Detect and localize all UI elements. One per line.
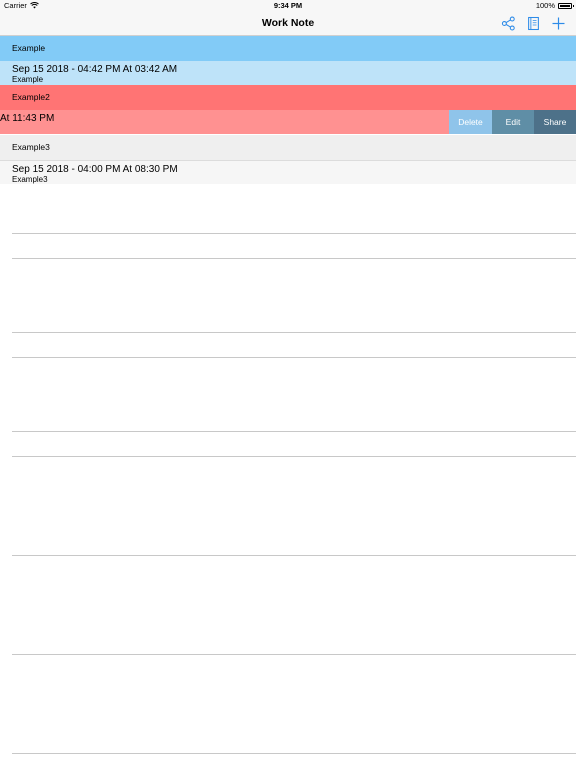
section-header-example[interactable]: Example [0,36,576,61]
notebook-button[interactable] [525,15,541,31]
status-time: 9:34 PM [273,1,303,10]
note-row[interactable]: Sep 15 2018 - 04:00 PM At 08:30 PM Examp… [0,160,576,184]
page-title: Work Note [261,17,315,29]
empty-row-separator [12,456,576,457]
plus-icon [552,17,564,29]
note-row-swiped[interactable]: At 11:43 PM Delete Edit Share [0,110,576,134]
add-note-button[interactable] [550,15,566,31]
empty-row-separator [12,357,576,358]
note-date-time: Sep 15 2018 - 04:00 PM At 08:30 PM [12,164,178,175]
empty-row-separator [12,431,576,432]
battery-icon [558,2,574,9]
empty-row-separator [12,654,576,655]
navigation-bar: Work Note [0,12,576,36]
section-header-title: Example2 [12,92,50,102]
empty-row-separator [12,258,576,259]
empty-row-separator [12,332,576,333]
share-icon [501,16,515,30]
status-bar: Carrier 9:34 PM 100% [0,0,576,12]
edit-button[interactable]: Edit [492,110,534,134]
note-row[interactable]: Sep 15 2018 - 04:42 PM At 03:42 AM Examp… [0,61,576,85]
section-header-example2[interactable]: Example2 [0,85,576,110]
share-row-button[interactable]: Share [534,110,576,134]
share-button[interactable] [500,15,516,31]
note-date-time: At 11:43 PM [0,113,55,124]
battery-percent: 100% [535,1,555,10]
battery-indicator: 100% [535,1,574,10]
empty-row-separator [12,233,576,234]
section-header-title: Example3 [12,142,50,152]
note-text: Example3 [12,175,48,184]
notebook-icon [527,16,539,30]
empty-row-separator [12,753,576,754]
swipe-actions: Delete Edit Share [449,110,576,134]
section-header-example3[interactable]: Example3 [0,135,576,160]
section-header-title: Example [12,43,46,53]
empty-row-separator [12,555,576,556]
note-date-time: Sep 15 2018 - 04:42 PM At 03:42 AM [12,64,178,75]
note-text: Example [12,75,44,84]
nav-actions [500,15,566,31]
delete-button[interactable]: Delete [449,110,492,134]
